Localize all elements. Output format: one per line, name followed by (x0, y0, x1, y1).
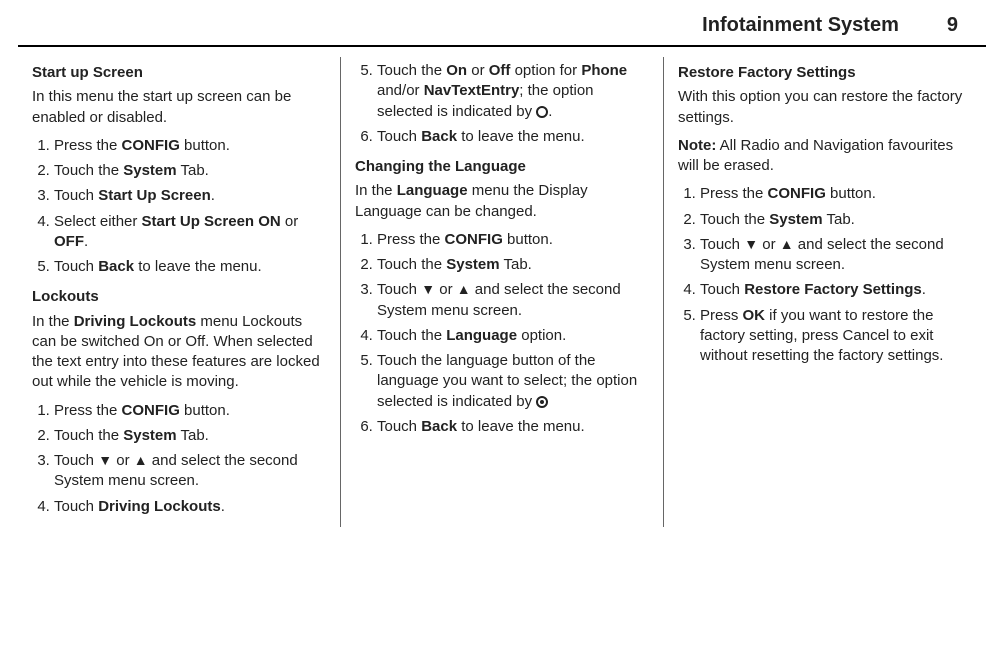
lockouts-steps: Press the CONFIG button. Touch the System… (32, 401, 326, 517)
column-1: Start up Screen In this menu the start u… (18, 57, 340, 527)
list-item: Touch Restore Factory Settings. (700, 280, 972, 300)
list-item: Press the CONFIG button. (700, 184, 972, 204)
list-item: Press the CONFIG button. (54, 136, 326, 156)
list-item: Press OK if you want to restore the fact… (700, 306, 972, 367)
language-steps: Press the CONFIG button. Touch the System… (355, 230, 649, 437)
restore-steps: Press the CONFIG button. Touch the System… (678, 184, 972, 366)
column-2: Touch the On or Off option for Phone and… (340, 57, 663, 527)
list-item: Touch the System Tab. (700, 210, 972, 230)
list-item: Touch ▼ or ▲ and select the second Syste… (377, 280, 649, 321)
list-item: Touch Back to leave the menu. (54, 257, 326, 277)
list-item: Select either Start Up Screen ON or OFF. (54, 212, 326, 253)
startup-heading: Start up Screen (32, 63, 326, 83)
startup-intro: In this menu the start up screen can be … (32, 87, 326, 128)
list-item: Touch the System Tab. (377, 255, 649, 275)
list-item: Touch Start Up Screen. (54, 186, 326, 206)
header-title: Infotainment System (702, 12, 899, 39)
list-item: Press the CONFIG button. (377, 230, 649, 250)
lockouts-heading: Lockouts (32, 287, 326, 307)
restore-intro: With this option you can restore the fac… (678, 87, 972, 128)
list-item: Touch Back to leave the menu. (377, 417, 649, 437)
page-header: Infotainment System 9 (18, 0, 986, 47)
list-item: Touch the System Tab. (54, 161, 326, 181)
restore-note: Note: All Radio and Navigation favourite… (678, 136, 972, 177)
lockouts-steps-cont: Touch the On or Off option for Phone and… (355, 61, 649, 147)
list-item: Press the CONFIG button. (54, 401, 326, 421)
list-item: Touch the Language option. (377, 326, 649, 346)
restore-heading: Restore Factory Settings (678, 63, 972, 83)
page-number: 9 (947, 12, 958, 39)
columns: Start up Screen In this menu the start u… (0, 57, 1004, 527)
list-item: Touch the language button of the languag… (377, 351, 649, 412)
column-3: Restore Factory Settings With this optio… (663, 57, 986, 527)
language-heading: Changing the Language (355, 157, 649, 177)
list-item: Touch the System Tab. (54, 426, 326, 446)
lockouts-intro: In the Driving Lockouts menu Lockouts ca… (32, 312, 326, 393)
list-item: Touch ▼ or ▲ and select the second Syste… (700, 235, 972, 276)
list-item: Touch Driving Lockouts. (54, 497, 326, 517)
list-item: Touch the On or Off option for Phone and… (377, 61, 649, 122)
language-intro: In the Language menu the Display Languag… (355, 181, 649, 222)
list-item: Touch ▼ or ▲ and select the second Syste… (54, 451, 326, 492)
startup-steps: Press the CONFIG button. Touch the System… (32, 136, 326, 278)
list-item: Touch Back to leave the menu. (377, 127, 649, 147)
